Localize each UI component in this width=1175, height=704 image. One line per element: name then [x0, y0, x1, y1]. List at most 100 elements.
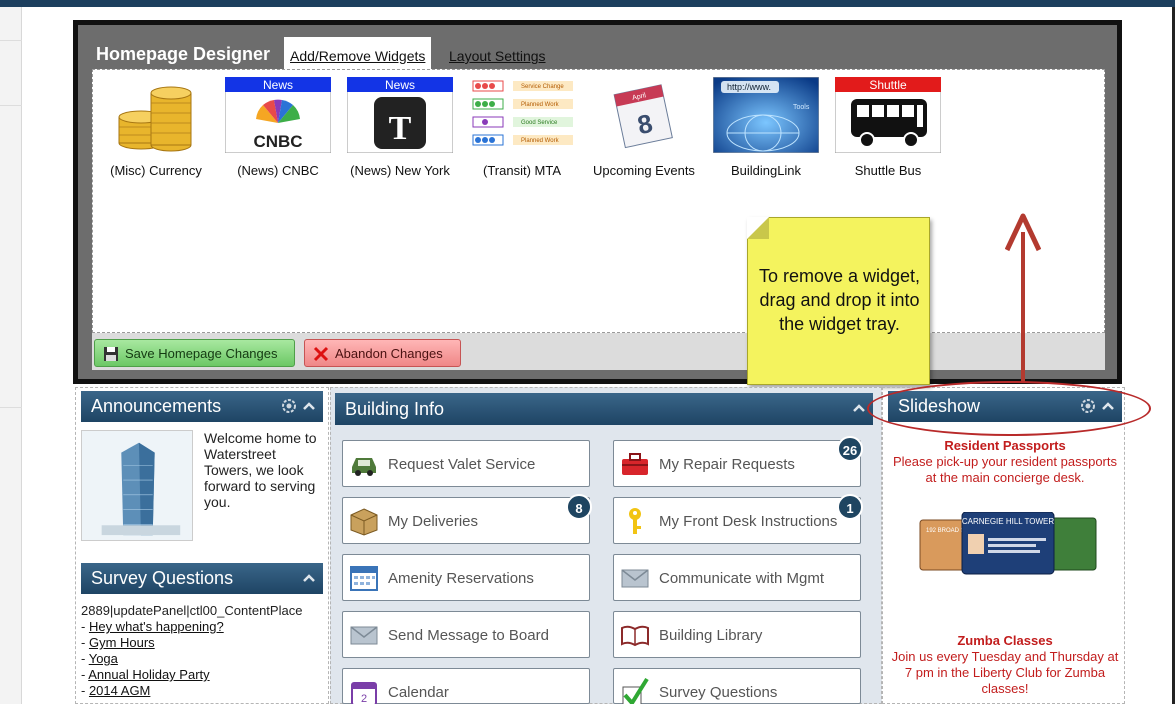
abandon-button-label: Abandon Changes: [335, 346, 443, 361]
widget-upcoming-events[interactable]: April 8 Upcoming Events: [589, 77, 699, 187]
abandon-changes-button[interactable]: Abandon Changes: [304, 339, 461, 367]
survey-link[interactable]: Annual Holiday Party: [88, 667, 209, 682]
slide-text: Please pick-up your resident passports a…: [892, 454, 1117, 485]
survey-questions-header: Survey Questions: [81, 563, 323, 594]
widget-currency[interactable]: (Misc) Currency: [101, 77, 211, 187]
up-arrow-annotation: [1005, 213, 1041, 382]
chevron-up-icon[interactable]: [301, 569, 317, 587]
cnbc-logo-icon: News CNBC: [225, 77, 331, 153]
save-homepage-changes-button[interactable]: Save Homepage Changes: [94, 339, 295, 367]
survey-link[interactable]: Yoga: [89, 651, 118, 666]
list-item: - Yoga: [81, 651, 118, 666]
survey-link[interactable]: Gym Hours: [89, 635, 155, 650]
widget-shuttle-bus[interactable]: Shuttle Shuttle Bus: [833, 77, 943, 187]
svg-text:Good Service: Good Service: [521, 120, 558, 126]
widget-label: (Transit) MTA: [483, 163, 561, 178]
tile-calendar[interactable]: 2 Calendar: [342, 668, 590, 704]
svg-text:Shuttle: Shuttle: [869, 78, 907, 92]
tab-layout-settings[interactable]: Layout Settings: [443, 37, 552, 73]
widget-label: (News) CNBC: [237, 163, 319, 178]
tile-label: Amenity Reservations: [388, 570, 534, 587]
list-item: - 2014 AGM: [81, 683, 151, 698]
left-side-strip: [0, 7, 22, 704]
package-icon: [350, 508, 378, 536]
mta-status-icon: Service Change Planned Work Good Service…: [469, 77, 575, 153]
calendar-page-icon: April 8: [613, 84, 673, 149]
globe-web-icon: http://www. Tools: [713, 77, 819, 153]
front-desk-count-badge: 1: [837, 494, 863, 520]
deliveries-count-badge: 8: [566, 494, 592, 520]
survey-link[interactable]: 2014 AGM: [89, 683, 150, 698]
tile-label: Send Message to Board: [388, 627, 549, 644]
widget-label: Shuttle Bus: [854, 163, 922, 178]
save-button-label: Save Homepage Changes: [125, 346, 278, 361]
envelope-icon: [350, 626, 378, 645]
svg-text:T: T: [389, 110, 412, 147]
floppy-disk-icon: [104, 347, 118, 361]
car-icon: [352, 458, 376, 476]
slide-title: Zumba Classes: [957, 633, 1053, 648]
survey-list: 2889|updatePanel|ctl00_ContentPlace - He…: [81, 603, 327, 699]
repair-count-badge: 26: [837, 436, 863, 462]
widget-label: (Misc) Currency: [110, 163, 202, 178]
chevron-up-icon[interactable]: [301, 397, 317, 415]
tile-my-deliveries[interactable]: My Deliveries: [342, 497, 590, 544]
tile-amenity-reservations[interactable]: Amenity Reservations: [342, 554, 590, 601]
widget-mta[interactable]: Service Change Planned Work Good Service…: [467, 77, 577, 187]
envelope-icon: [621, 569, 649, 588]
svg-text:Service Change: Service Change: [521, 84, 564, 90]
list-item: - Hey what's happening?: [81, 619, 224, 634]
book-icon: [621, 625, 649, 647]
slide-text: Join us every Tuesday and Thursday at 7 …: [891, 649, 1119, 696]
tile-label: Building Library: [659, 627, 763, 644]
widget-tray[interactable]: (Misc) Currency News CNBC (News) CNBC Ne…: [92, 69, 1105, 333]
tab-add-remove-widgets[interactable]: Add/Remove Widgets: [284, 37, 432, 73]
svg-text:http://www.: http://www.: [727, 82, 771, 92]
building-photo: [81, 430, 193, 541]
tile-survey-questions[interactable]: Survey Questions: [613, 668, 861, 704]
resident-passport-cards-image: 192 BROAD STR CARNEGIE HILL TOWER: [919, 512, 1097, 575]
svg-text:Tools: Tools: [793, 104, 810, 111]
svg-text:News: News: [263, 78, 293, 92]
list-item: - Annual Holiday Party: [81, 667, 210, 682]
highlight-ellipse-annotation: [867, 381, 1151, 436]
page-fold-corner: [747, 217, 769, 239]
tile-label: Survey Questions: [659, 684, 778, 701]
top-bar: [0, 0, 1175, 7]
tile-label: My Deliveries: [388, 513, 479, 530]
toolbox-icon: [622, 453, 648, 475]
tile-label: My Repair Requests: [659, 456, 795, 473]
designer-title: Homepage Designer: [96, 44, 271, 64]
tile-my-repair-requests[interactable]: My Repair Requests: [613, 440, 861, 487]
survey-title: Survey Questions: [91, 568, 234, 588]
tile-building-library[interactable]: Building Library: [613, 611, 861, 658]
slide-title: Resident Passports: [944, 438, 1066, 453]
tile-send-message-to-board[interactable]: Send Message to Board: [342, 611, 590, 658]
chevron-up-icon[interactable]: [851, 399, 867, 417]
tile-label: Calendar: [388, 684, 449, 701]
widget-buildinglink[interactable]: http://www. Tools BuildingLink: [711, 77, 821, 187]
widget-label: BuildingLink: [730, 163, 802, 178]
tile-communicate-with-mgmt[interactable]: Communicate with Mgmt: [613, 554, 861, 601]
svg-text:2: 2: [361, 693, 367, 704]
widget-new-york-times[interactable]: News T (News) New York: [345, 77, 455, 187]
tile-my-front-desk-instructions[interactable]: My Front Desk Instructions: [613, 497, 861, 544]
calendar-grid-icon: [350, 566, 378, 591]
tile-request-valet-service[interactable]: Request Valet Service: [342, 440, 590, 487]
tile-label: Communicate with Mgmt: [659, 570, 825, 587]
nyt-logo-icon: News T: [347, 77, 453, 153]
survey-link[interactable]: Hey what's happening?: [89, 619, 224, 634]
svg-text:Planned Work: Planned Work: [521, 102, 560, 108]
announcements-title: Announcements: [91, 396, 222, 416]
homepage-designer-panel: Homepage Designer Add/Remove Widgets Lay…: [73, 20, 1122, 384]
gear-icon[interactable]: [281, 397, 297, 415]
announcements-header: Announcements: [81, 391, 323, 422]
callout-text: To remove a widget, drag and drop it int…: [758, 266, 921, 334]
key-icon: [629, 508, 641, 534]
building-info-header: Building Info: [335, 393, 873, 425]
coins-icon: [118, 86, 192, 152]
widget-cnbc[interactable]: News CNBC (News) CNBC: [223, 77, 333, 187]
svg-text:Planned Work: Planned Work: [521, 138, 560, 144]
help-callout-note: To remove a widget, drag and drop it int…: [747, 217, 930, 385]
close-icon: [313, 346, 329, 362]
